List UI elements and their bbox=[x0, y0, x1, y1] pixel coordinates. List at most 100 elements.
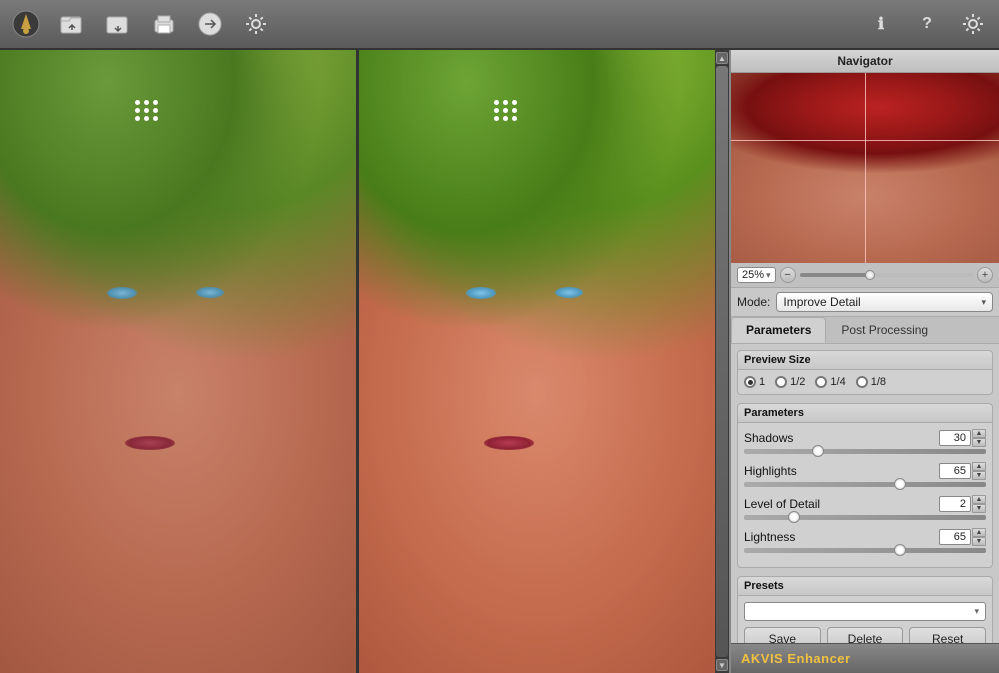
hat-dot bbox=[494, 108, 499, 113]
toolbar: ℹ ? bbox=[0, 0, 999, 50]
zoom-bar: 25% ▾ − + bbox=[731, 263, 999, 288]
scroll-up-button[interactable]: ▲ bbox=[716, 52, 728, 64]
radio-1[interactable]: 1 bbox=[744, 376, 765, 388]
tab-post-processing[interactable]: Post Processing bbox=[826, 317, 943, 343]
scroll-thumb[interactable] bbox=[716, 66, 728, 657]
shadows-spin-up[interactable]: ▲ bbox=[972, 429, 986, 438]
radio-label-1: 1 bbox=[759, 376, 765, 388]
tab-parameters[interactable]: Parameters bbox=[731, 317, 826, 343]
hat-dot bbox=[503, 116, 508, 121]
lightness-slider-thumb[interactable] bbox=[894, 544, 906, 556]
shadows-spinner: ▲ ▼ bbox=[972, 429, 986, 447]
eye-right-processed bbox=[555, 287, 583, 298]
radio-1-2[interactable]: 1/2 bbox=[775, 376, 805, 388]
preview-size-row: 1 1/2 1/4 1/8 bbox=[744, 376, 986, 388]
radio-circle-1 bbox=[744, 376, 756, 388]
zoom-slider-thumb[interactable] bbox=[865, 270, 875, 280]
highlights-slider-thumb[interactable] bbox=[894, 478, 906, 490]
radio-label-1-2: 1/2 bbox=[790, 376, 805, 388]
parameters-content: Shadows 30 ▲ ▼ bbox=[738, 423, 992, 567]
shadows-spin-down[interactable]: ▼ bbox=[972, 438, 986, 447]
lips-processed bbox=[484, 436, 534, 450]
scroll-down-button[interactable]: ▼ bbox=[716, 659, 728, 671]
radio-circle-1-8 bbox=[856, 376, 868, 388]
hat-dot bbox=[135, 116, 140, 121]
presets-buttons: Save Delete Reset bbox=[744, 627, 986, 643]
processed-image-pane bbox=[356, 50, 715, 673]
mode-label: Mode: bbox=[737, 295, 770, 309]
zoom-minus-button[interactable]: − bbox=[780, 267, 796, 283]
level-of-detail-spin-down[interactable]: ▼ bbox=[972, 504, 986, 513]
level-of-detail-slider-thumb[interactable] bbox=[788, 511, 800, 523]
eye-right bbox=[196, 287, 224, 298]
reset-button[interactable]: Reset bbox=[909, 627, 986, 643]
level-of-detail-slider[interactable] bbox=[744, 515, 986, 520]
hat-dot bbox=[494, 116, 499, 121]
lightness-value-box: 65 ▲ ▼ bbox=[939, 528, 986, 546]
level-of-detail-spinner: ▲ ▼ bbox=[972, 495, 986, 513]
mode-select[interactable]: Improve Detail ▾ bbox=[776, 292, 993, 312]
face-overlay-left bbox=[0, 50, 356, 673]
radio-1-8[interactable]: 1/8 bbox=[856, 376, 886, 388]
hat-dot bbox=[153, 116, 158, 121]
lightness-spin-up[interactable]: ▲ bbox=[972, 528, 986, 537]
eye-left bbox=[107, 287, 137, 299]
presets-input[interactable]: ▾ bbox=[744, 602, 986, 621]
level-of-detail-value: 2 bbox=[939, 496, 971, 512]
shadows-row: Shadows 30 ▲ ▼ bbox=[744, 429, 986, 454]
lightness-slider[interactable] bbox=[744, 548, 986, 553]
hat-dot bbox=[512, 100, 517, 105]
info-icon[interactable]: ℹ bbox=[865, 8, 897, 40]
navigator-header: Navigator bbox=[731, 50, 999, 73]
print-icon[interactable] bbox=[148, 8, 180, 40]
level-of-detail-spin-up[interactable]: ▲ bbox=[972, 495, 986, 504]
delete-button[interactable]: Delete bbox=[827, 627, 904, 643]
zoom-dropdown-arrow: ▾ bbox=[766, 270, 771, 281]
vertical-scrollbar[interactable]: ▲ ▼ bbox=[715, 50, 729, 673]
highlights-spin-down[interactable]: ▼ bbox=[972, 471, 986, 480]
hat-dot bbox=[503, 108, 508, 113]
highlights-label: Highlights bbox=[744, 464, 797, 478]
navigator-preview[interactable] bbox=[731, 73, 999, 263]
zoom-slider[interactable] bbox=[800, 273, 973, 277]
zoom-value-box[interactable]: 25% ▾ bbox=[737, 267, 776, 283]
lightness-row: Lightness 65 ▲ ▼ bbox=[744, 528, 986, 553]
face-overlay-right bbox=[359, 50, 715, 673]
settings-icon[interactable] bbox=[240, 8, 272, 40]
eye-left-processed bbox=[466, 287, 496, 299]
open-file-icon[interactable] bbox=[56, 8, 88, 40]
level-of-detail-label: Level of Detail bbox=[744, 497, 820, 511]
shadows-label: Shadows bbox=[744, 431, 793, 445]
radio-1-4[interactable]: 1/4 bbox=[815, 376, 845, 388]
presets-dropdown-arrow: ▾ bbox=[974, 606, 979, 617]
crosshair-vertical bbox=[865, 73, 866, 263]
preview-size-content: 1 1/2 1/4 1/8 bbox=[738, 370, 992, 394]
level-of-detail-label-row: Level of Detail 2 ▲ ▼ bbox=[744, 495, 986, 513]
hat-dot bbox=[512, 116, 517, 121]
shadows-value-box: 30 ▲ ▼ bbox=[939, 429, 986, 447]
shadows-slider[interactable] bbox=[744, 449, 986, 454]
lightness-value: 65 bbox=[939, 529, 971, 545]
original-image-pane bbox=[0, 50, 356, 673]
help-icon[interactable]: ? bbox=[911, 8, 943, 40]
highlights-slider[interactable] bbox=[744, 482, 986, 487]
zoom-plus-button[interactable]: + bbox=[977, 267, 993, 283]
presets-content: ▾ Save Delete Reset bbox=[738, 596, 992, 643]
preferences-icon[interactable] bbox=[957, 8, 989, 40]
save-icon[interactable] bbox=[102, 8, 134, 40]
hat-dot bbox=[144, 100, 149, 105]
hat-dot bbox=[144, 116, 149, 121]
shadows-slider-thumb[interactable] bbox=[812, 445, 824, 457]
hat-dot bbox=[494, 100, 499, 105]
highlights-spin-up[interactable]: ▲ bbox=[972, 462, 986, 471]
preview-size-section: Preview Size 1 1/2 1/4 bbox=[737, 350, 993, 395]
export-icon[interactable] bbox=[194, 8, 226, 40]
hat-dot bbox=[512, 108, 517, 113]
radio-circle-1-4 bbox=[815, 376, 827, 388]
lightness-spin-down[interactable]: ▼ bbox=[972, 537, 986, 546]
level-of-detail-row: Level of Detail 2 ▲ ▼ bbox=[744, 495, 986, 520]
toolbar-right: ℹ ? bbox=[865, 8, 989, 40]
mode-select-arrow: ▾ bbox=[981, 297, 986, 308]
hat-decoration-left bbox=[135, 100, 159, 121]
save-button[interactable]: Save bbox=[744, 627, 821, 643]
